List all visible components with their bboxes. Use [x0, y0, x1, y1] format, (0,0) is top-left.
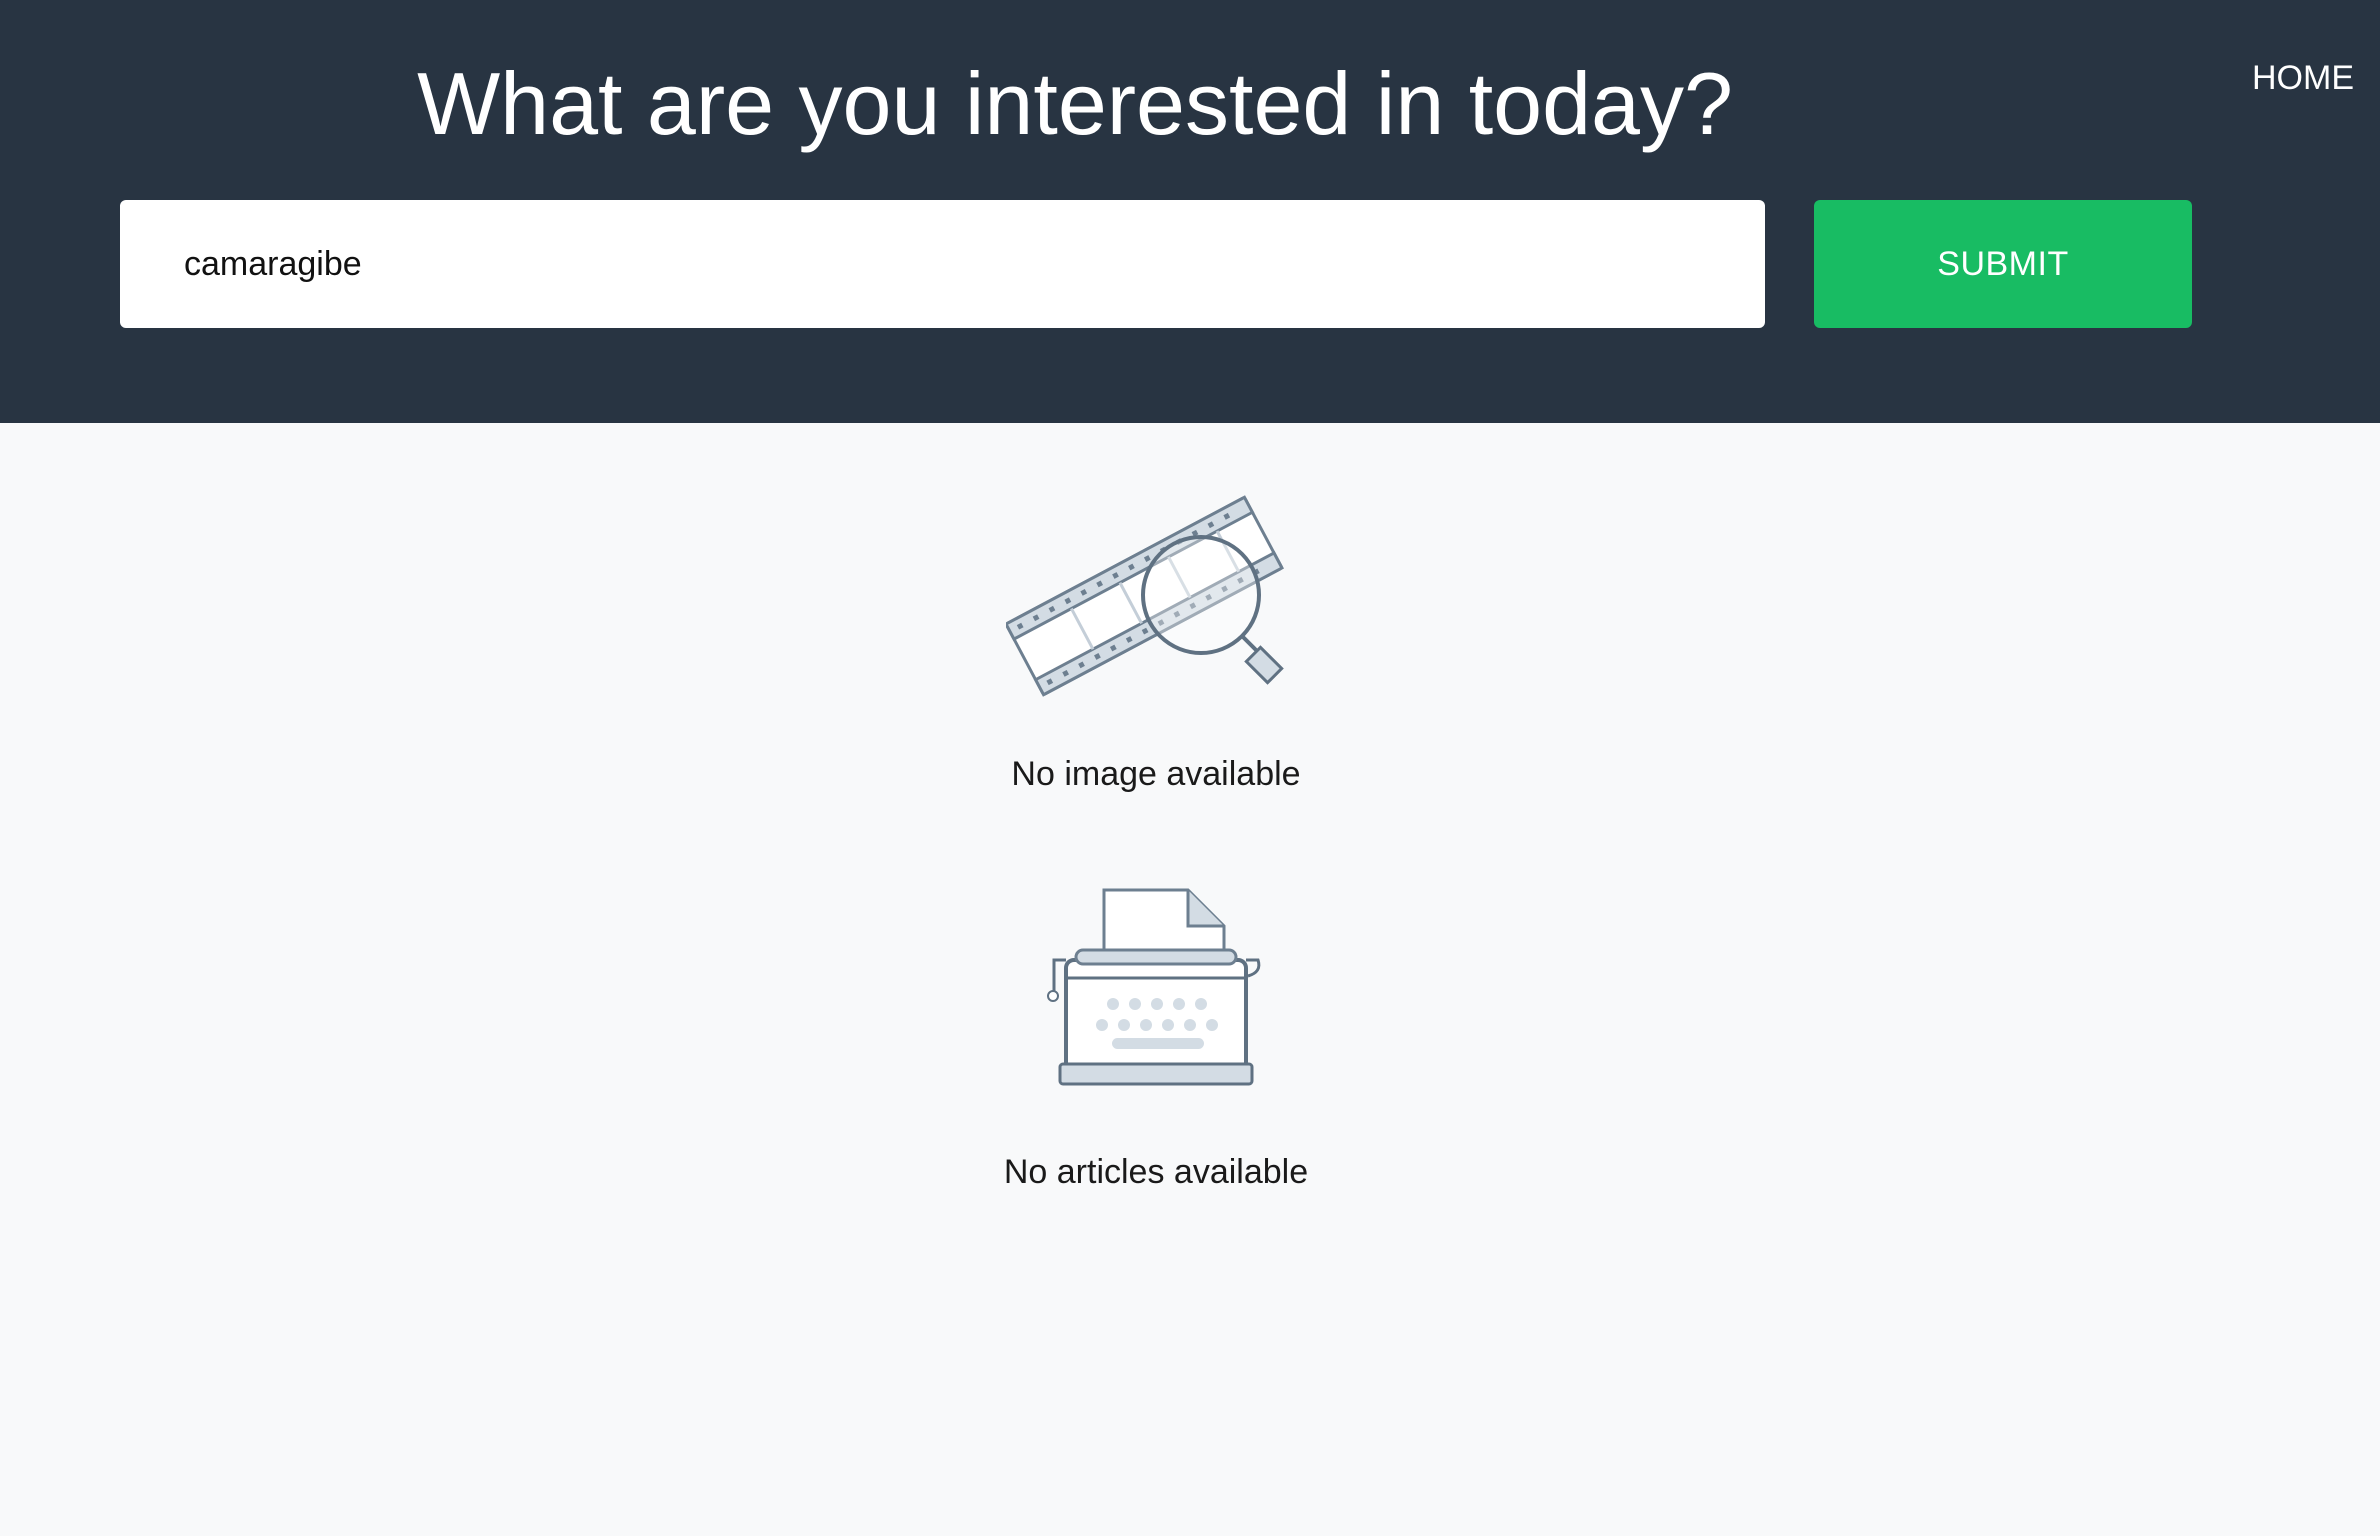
articles-empty-state: No articles available — [946, 880, 1366, 1192]
submit-button[interactable]: SUBMIT — [1814, 200, 2192, 328]
home-link[interactable]: HOME — [2252, 58, 2354, 98]
film-strip-magnifier-icon — [1006, 495, 1285, 697]
header-bar: What are you interested in today? HOME S… — [0, 0, 2380, 423]
no-image-label: No image available — [1011, 755, 1301, 793]
images-empty-state: No image available — [946, 480, 1366, 794]
page-title: What are you interested in today? — [417, 54, 1733, 153]
search-input[interactable] — [120, 200, 1765, 328]
no-articles-label: No articles available — [1003, 1153, 1309, 1191]
typewriter-icon — [1047, 888, 1261, 1086]
